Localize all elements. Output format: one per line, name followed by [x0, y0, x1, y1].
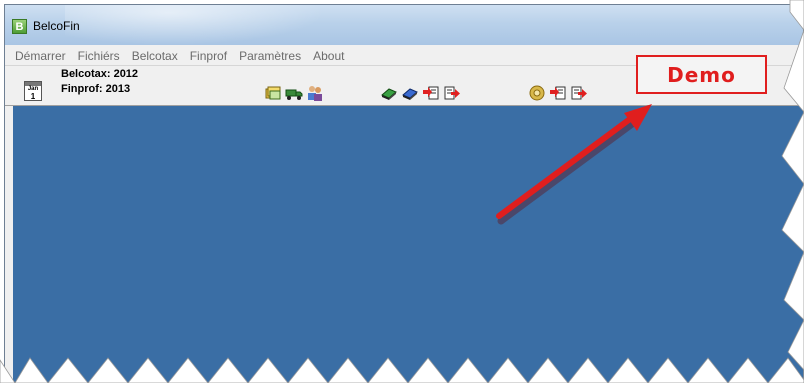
- users-icon: [308, 86, 322, 101]
- demo-callout-box: Demo: [636, 55, 767, 94]
- settings-button[interactable]: [527, 83, 547, 103]
- menu-fichiers[interactable]: Fichiérs: [72, 46, 126, 66]
- blue-disk-button[interactable]: [400, 83, 420, 103]
- menu-about[interactable]: About: [307, 46, 350, 66]
- import-icon: [550, 86, 566, 100]
- calendar-day: 1: [30, 92, 36, 101]
- title-bar[interactable]: B BelcoFin: [5, 5, 803, 45]
- green-disk-icon: [381, 88, 397, 100]
- menu-parametres[interactable]: Paramètres: [233, 46, 307, 66]
- import-button[interactable]: [421, 83, 441, 103]
- belcotax-year: Belcotax: 2012: [61, 68, 139, 80]
- open-folder-icon: [265, 86, 281, 100]
- demo-label: Demo: [667, 62, 736, 87]
- export-icon: [444, 86, 460, 100]
- menu-belcotax[interactable]: Belcotax: [126, 46, 184, 66]
- truck-button[interactable]: [284, 83, 304, 103]
- title-bar-glare: [65, 5, 325, 45]
- open-folder-button[interactable]: [263, 83, 283, 103]
- menu-finprof[interactable]: Finprof: [184, 46, 233, 66]
- gear-icon: [529, 85, 545, 101]
- export-button[interactable]: [442, 83, 462, 103]
- window-title: BelcoFin: [33, 19, 80, 33]
- app-icon: B: [12, 19, 27, 34]
- truck-icon: [285, 89, 303, 100]
- users-button[interactable]: [305, 83, 325, 103]
- import-button-2[interactable]: [548, 83, 568, 103]
- blue-disk-icon: [402, 88, 418, 100]
- main-workspace: [13, 106, 803, 382]
- import-icon: [423, 86, 439, 100]
- green-disk-button[interactable]: [379, 83, 399, 103]
- finprof-year: Finprof: 2013: [61, 83, 131, 95]
- export-button-2[interactable]: [569, 83, 589, 103]
- calendar-button[interactable]: Jan 1: [24, 81, 42, 101]
- menu-demarrer[interactable]: Démarrer: [9, 46, 72, 66]
- export-icon: [571, 86, 587, 100]
